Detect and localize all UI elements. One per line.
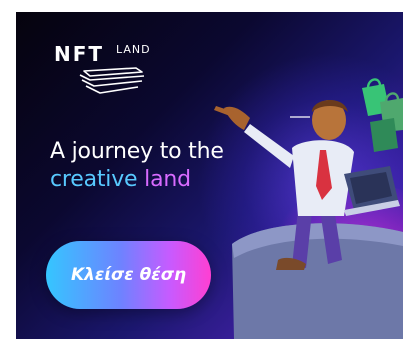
nft-land-banner[interactable]: NFT LAND A journey to the creative land … bbox=[16, 12, 403, 339]
logo-secondary-text: LAND bbox=[116, 43, 151, 56]
headline-word-land: land bbox=[144, 167, 191, 192]
nft-land-logo: NFT LAND bbox=[54, 42, 174, 100]
businessman-illustration bbox=[214, 78, 403, 339]
book-seat-button[interactable]: Κλείσε θέση bbox=[46, 241, 211, 309]
stacked-layers-icon bbox=[79, 67, 145, 94]
headline-word-creative: creative bbox=[50, 167, 138, 192]
logo-primary-text: NFT bbox=[54, 42, 105, 66]
